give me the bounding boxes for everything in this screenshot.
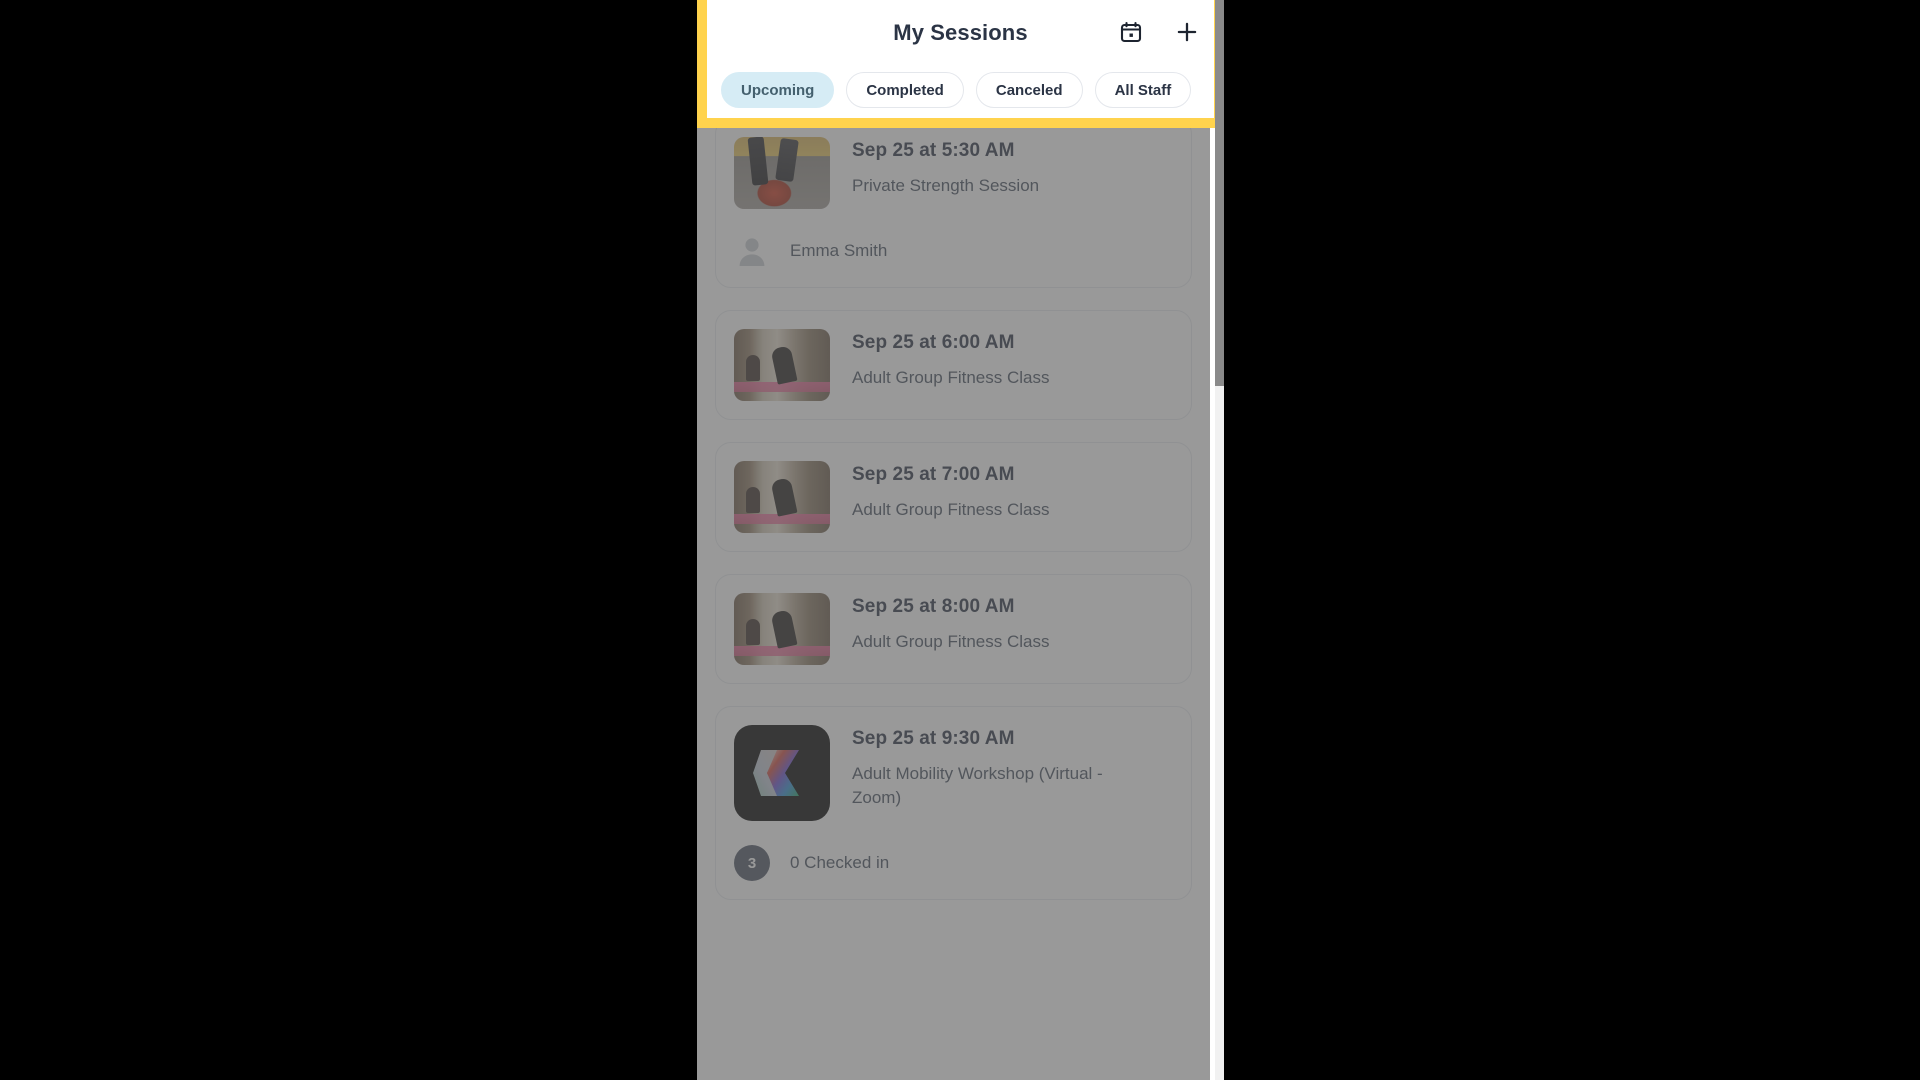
session-card-text: Sep 25 at 5:30 AM Private Strength Sessio…	[852, 137, 1039, 198]
session-thumbnail	[734, 137, 830, 209]
tab-canceled[interactable]: Canceled	[975, 72, 1083, 108]
session-thumbnail	[734, 329, 830, 401]
session-cards-container: Sep 25 at 5:30 AM Private Strength Sessio…	[715, 118, 1192, 922]
add-session-button[interactable]	[1172, 18, 1202, 48]
session-card-text: Sep 25 at 7:00 AM Adult Group Fitness Cla…	[852, 461, 1049, 522]
session-card-footer: Emma Smith	[734, 233, 1173, 269]
tab-upcoming[interactable]: Upcoming	[721, 72, 835, 108]
session-card[interactable]: Sep 25 at 7:00 AM Adult Group Fitness Cla…	[715, 442, 1192, 552]
session-card[interactable]: Sep 25 at 5:30 AM Private Strength Sessio…	[715, 118, 1192, 288]
session-time: Sep 25 at 6:00 AM	[852, 332, 1015, 353]
page-title: My Sessions	[893, 20, 1028, 45]
session-card-main: Sep 25 at 5:30 AM Private Strength Sessio…	[734, 137, 1173, 209]
session-card-text: Sep 25 at 6:00 AM Adult Group Fitness Cla…	[852, 329, 1049, 390]
checked-in-label: 0 Checked in	[790, 853, 890, 872]
tab-label: Upcoming	[741, 81, 815, 99]
calendar-icon	[1119, 20, 1143, 47]
attendee-count-badge: 3	[734, 845, 770, 881]
session-card[interactable]: Sep 25 at 6:00 AM Adult Group Fitness Cla…	[715, 310, 1192, 420]
session-name: Adult Group Fitness Class	[852, 631, 1050, 651]
session-time: Sep 25 at 5:30 AM	[852, 140, 1015, 161]
zoom-logo-icon	[753, 750, 799, 796]
tab-all-staff[interactable]: All Staff	[1094, 72, 1192, 108]
session-card-footer: 3 0 Checked in	[734, 845, 1173, 881]
session-card-main: Sep 25 at 8:00 AM Adult Group Fitness Cla…	[734, 593, 1173, 665]
session-name: Adult Group Fitness Class	[852, 499, 1050, 519]
tab-label: Completed	[866, 81, 944, 99]
person-avatar-icon	[734, 233, 770, 269]
app-viewport: Sep 25 at 5:30 AM Private Strength Sessio…	[697, 0, 1224, 1080]
session-thumbnail	[734, 593, 830, 665]
session-thumbnail	[734, 461, 830, 533]
session-time: Sep 25 at 8:00 AM	[852, 596, 1015, 617]
zoom-app-icon	[734, 725, 830, 821]
tab-label: All Staff	[1114, 81, 1172, 99]
session-card[interactable]: Sep 25 at 8:00 AM Adult Group Fitness Cla…	[715, 574, 1192, 684]
session-card-main: Sep 25 at 7:00 AM Adult Group Fitness Cla…	[734, 461, 1173, 533]
app-header: My Sessions Upcoming Completed Canceled …	[707, 0, 1214, 118]
header-title-row: My Sessions	[707, 0, 1214, 66]
session-card-main: Sep 25 at 6:00 AM Adult Group Fitness Cla…	[734, 329, 1173, 401]
session-card-text: Sep 25 at 8:00 AM Adult Group Fitness Cla…	[852, 593, 1049, 654]
session-card[interactable]: Sep 25 at 9:30 AM Adult Mobility Workshop…	[715, 706, 1192, 900]
filter-tab-strip: Upcoming Completed Canceled All Staff	[707, 66, 1214, 114]
session-name: Adult Mobility Workshop (Virtual - Zoom)	[852, 763, 1103, 808]
tab-label: Canceled	[995, 81, 1063, 99]
session-time: Sep 25 at 9:30 AM	[852, 728, 1015, 749]
header-highlight-frame: My Sessions Upcoming Completed Canceled …	[697, 0, 1224, 128]
plus-icon	[1174, 19, 1200, 48]
session-name: Private Strength Session	[852, 175, 1040, 195]
session-time: Sep 25 at 7:00 AM	[852, 464, 1015, 485]
scrollbar-thumb[interactable]	[1215, 0, 1224, 386]
session-name: Adult Group Fitness Class	[852, 367, 1050, 387]
tab-completed[interactable]: Completed	[846, 72, 964, 108]
staff-name: Emma Smith	[790, 241, 888, 260]
session-card-text: Sep 25 at 9:30 AM Adult Mobility Workshop…	[852, 725, 1144, 811]
session-card-main: Sep 25 at 9:30 AM Adult Mobility Workshop…	[734, 725, 1173, 821]
session-list-scroll-area[interactable]: Sep 25 at 5:30 AM Private Strength Sessio…	[697, 0, 1224, 1080]
calendar-button[interactable]	[1116, 18, 1146, 48]
header-actions	[1116, 18, 1202, 48]
